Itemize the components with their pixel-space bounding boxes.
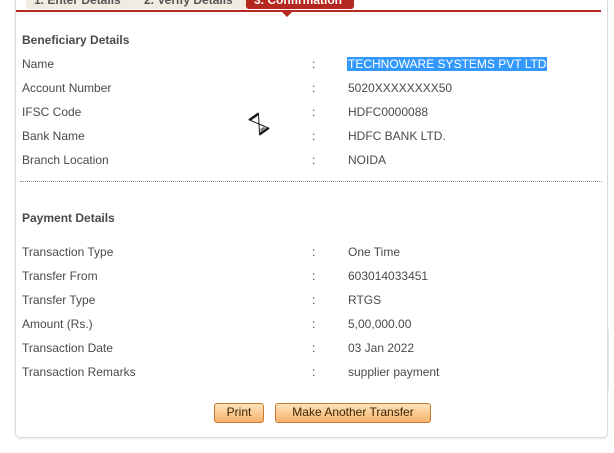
transfer-type-row: Transfer Type : RTGS: [22, 293, 602, 309]
transfer-type-value: RTGS: [348, 293, 382, 307]
row-label: Name: [22, 57, 55, 71]
beneficiary-name-value[interactable]: TECHNOWARE SYSTEMS PVT LTD: [347, 57, 548, 71]
print-button[interactable]: Print: [214, 403, 264, 423]
row-label: Branch Location: [22, 153, 109, 167]
scrollbar-edge: [608, 330, 614, 390]
transaction-type-value: One Time: [348, 245, 401, 259]
branch-location-row: Branch Location : NOIDA: [22, 153, 602, 169]
step-tabs: 1. Enter Details 2. Verify Details 3. Co…: [16, 0, 601, 17]
hourglass-busy-cursor-icon: [248, 112, 270, 136]
row-separator: :: [312, 57, 316, 71]
row-label: Transfer From: [22, 269, 98, 283]
row-separator: :: [312, 81, 316, 95]
make-another-transfer-button[interactable]: Make Another Transfer: [275, 403, 431, 423]
row-separator: :: [312, 317, 316, 331]
row-separator: :: [312, 129, 316, 143]
bank-name-row: Bank Name : HDFC BANK LTD.: [22, 129, 602, 145]
row-separator: :: [312, 245, 316, 259]
transaction-date-value: 03 Jan 2022: [348, 341, 415, 355]
payment-details-heading: Payment Details: [22, 211, 115, 225]
transaction-remarks-value: supplier payment: [348, 365, 440, 379]
row-separator: :: [312, 153, 316, 167]
transaction-remarks-row: Transaction Remarks : supplier payment: [22, 365, 602, 381]
amount-value: 5,00,000.00: [348, 317, 412, 331]
transfer-from-value: 603014033451: [348, 269, 429, 283]
row-separator: :: [312, 341, 316, 355]
account-number-row: Account Number : 5020XXXXXXXX50: [22, 81, 602, 97]
section-divider: [20, 181, 602, 182]
row-label: Transaction Remarks: [22, 365, 136, 379]
beneficiary-name-row: Name : TECHNOWARE SYSTEMS PVT LTD: [22, 57, 602, 73]
transaction-date-row: Transaction Date : 03 Jan 2022: [22, 341, 602, 357]
row-label: IFSC Code: [22, 105, 82, 119]
row-separator: :: [312, 269, 316, 283]
tab-confirmation: 3. Confirmation: [246, 0, 354, 9]
beneficiary-details-heading: Beneficiary Details: [22, 33, 130, 47]
ifsc-code-value: HDFC0000088: [348, 105, 429, 119]
row-label: Transfer Type: [22, 293, 96, 307]
row-separator: :: [312, 105, 316, 119]
row-label: Account Number: [22, 81, 112, 95]
row-label: Bank Name: [22, 129, 85, 143]
row-label: Transaction Type: [22, 245, 114, 259]
bank-name-value: HDFC BANK LTD.: [348, 129, 446, 143]
branch-location-value: NOIDA: [348, 153, 387, 167]
row-label: Amount (Rs.): [22, 317, 93, 331]
transfer-from-row: Transfer From : 603014033451: [22, 269, 602, 285]
row-separator: :: [312, 293, 316, 307]
tab-enter-details: 1. Enter Details: [26, 0, 142, 9]
ifsc-code-row: IFSC Code : HDFC0000088: [22, 105, 602, 121]
amount-row: Amount (Rs.) : 5,00,000.00: [22, 317, 602, 333]
tab-verify-details: 2. Verify Details: [136, 0, 252, 9]
active-step-indicator: [281, 11, 293, 17]
account-number-value: 5020XXXXXXXX50: [348, 81, 453, 95]
row-separator: :: [312, 365, 316, 379]
row-label: Transaction Date: [22, 341, 113, 355]
transaction-type-row: Transaction Type : One Time: [22, 245, 602, 261]
